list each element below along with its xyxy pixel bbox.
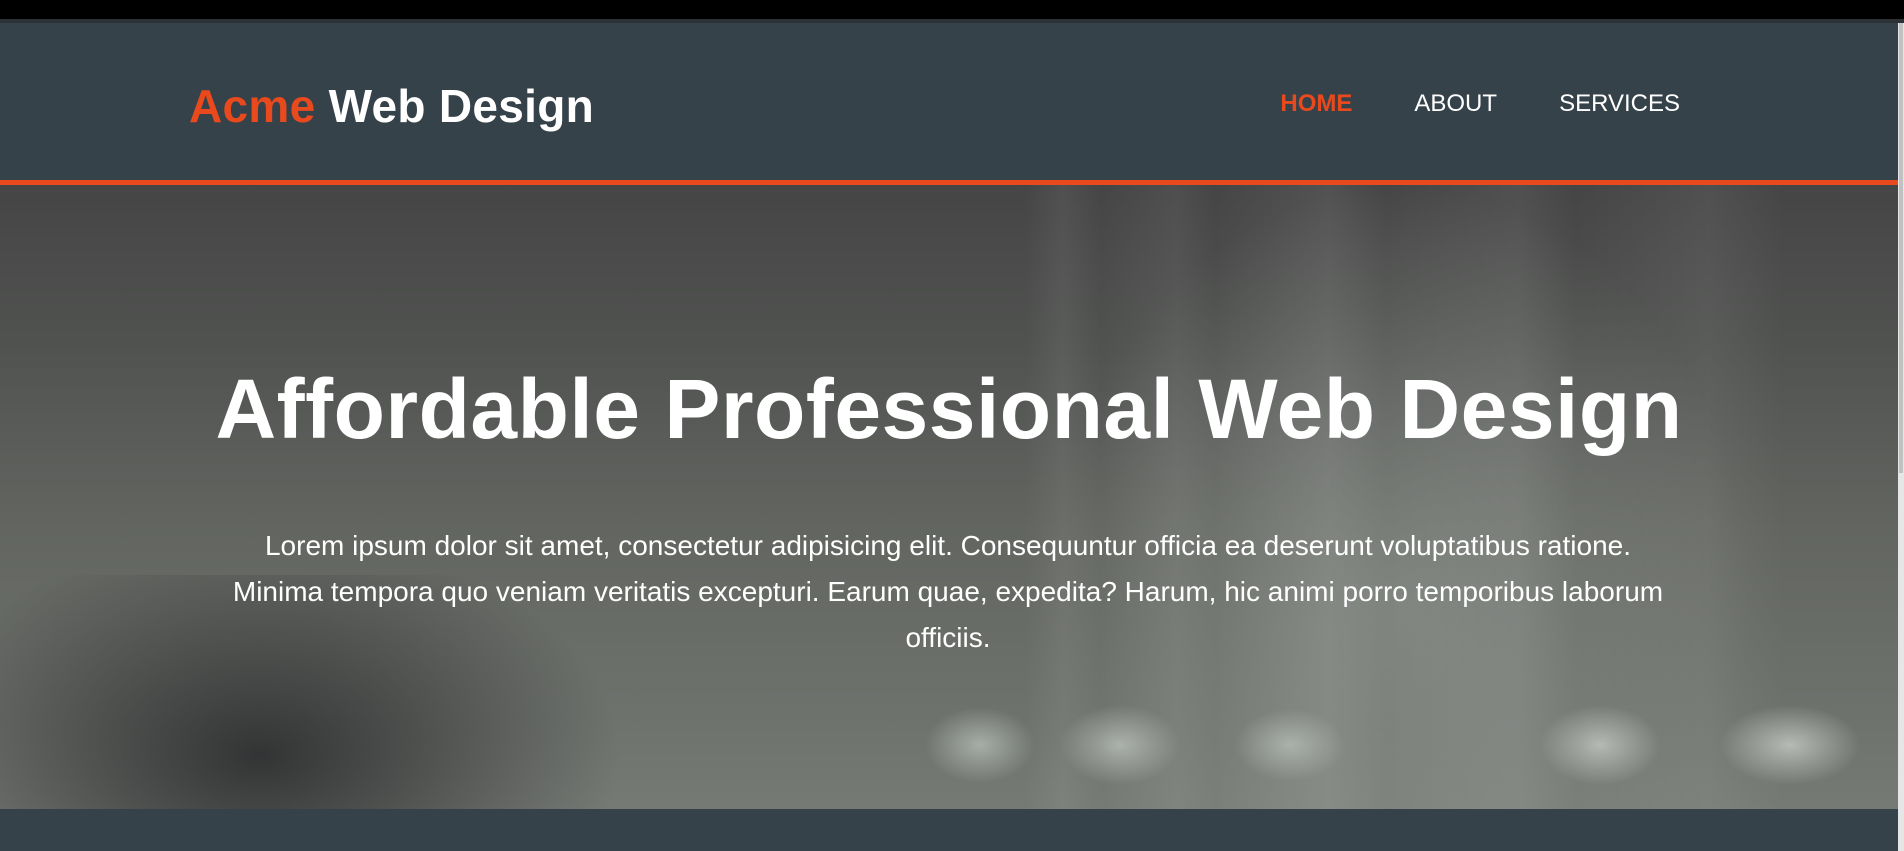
brand-name: Web Design <box>328 80 595 132</box>
hero-title: Affordable Professional Web Design <box>215 362 1683 456</box>
nav-link-about[interactable]: About <box>1414 90 1497 117</box>
hero-description: Lorem ipsum dolor sit amet, consectetur … <box>232 530 1664 653</box>
next-section <box>0 809 1898 851</box>
hero-background-blur <box>0 185 1898 809</box>
main-nav: Home About Services <box>1280 90 1680 118</box>
hero-showcase: Affordable Professional Web Design Lorem… <box>0 185 1898 809</box>
scrollbar-thumb[interactable] <box>1899 23 1903 473</box>
nav-link-services[interactable]: Services <box>1559 90 1680 117</box>
site-logo[interactable]: Acme Web Design <box>189 79 594 133</box>
vertical-scrollbar[interactable] <box>1898 23 1904 851</box>
site-header: Acme Web Design Home About Services <box>0 23 1898 185</box>
page: Acme Web Design Home About Services Affo… <box>0 23 1898 851</box>
nav-link-home[interactable]: Home <box>1280 90 1352 117</box>
browser-top-bar <box>0 0 1904 23</box>
brand-highlight: Acme <box>189 80 316 132</box>
